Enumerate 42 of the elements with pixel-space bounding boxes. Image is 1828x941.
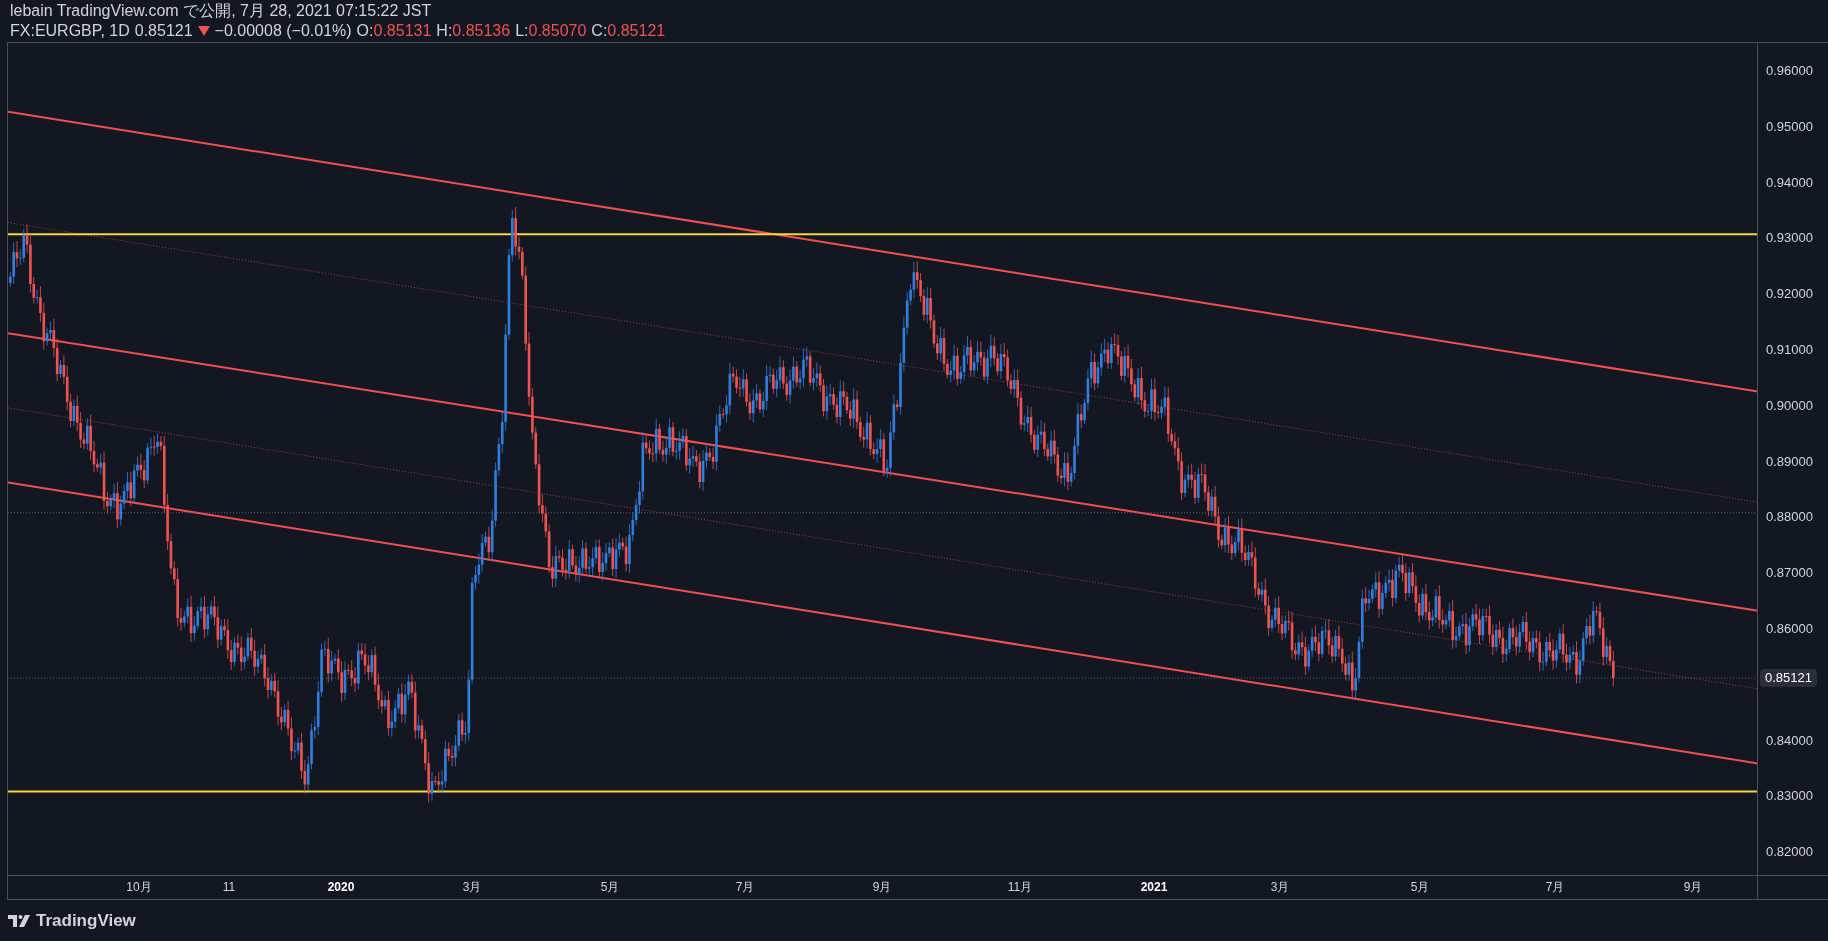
brand-name: TradingView xyxy=(36,909,136,932)
time-label: 3月 xyxy=(1270,879,1290,895)
price-label: 0.89000 xyxy=(1766,453,1813,470)
ohlc-label: O: xyxy=(356,21,374,41)
price-label: 0.92000 xyxy=(1766,286,1813,303)
time-label: 7月 xyxy=(735,879,755,895)
time-label: 9月 xyxy=(1683,879,1703,895)
ohlc-value: 0.85070 xyxy=(528,21,587,41)
price-label: 0.91000 xyxy=(1766,342,1813,358)
time-label: 7月 xyxy=(1545,879,1565,895)
symbol-label: FX:EURGBP, 1D xyxy=(10,21,130,41)
brand-logo-icon xyxy=(8,914,30,927)
last-price: 0.85121 xyxy=(134,21,193,41)
time-label: 11 xyxy=(222,879,236,895)
ohlc-value: 0.85131 xyxy=(373,21,432,41)
time-label: 2021 xyxy=(1140,879,1168,895)
ohlc-label: L: xyxy=(515,21,529,41)
price-label: 0.82000 xyxy=(1766,844,1813,861)
price-label: 0.96000 xyxy=(1766,63,1813,79)
current-price-badge: 0.85121 xyxy=(1760,669,1817,688)
time-label: 3月 xyxy=(462,879,482,895)
price-label: 0.90000 xyxy=(1766,397,1813,414)
price-label: 0.94000 xyxy=(1766,174,1813,191)
price-change: −0.00008 (−0.01%) xyxy=(214,21,352,41)
price-label: 0.86000 xyxy=(1766,621,1813,637)
time-label: 11月 xyxy=(1007,879,1033,895)
price-label: 0.83000 xyxy=(1766,788,1813,805)
price-label: 0.84000 xyxy=(1766,732,1813,749)
time-label: 5月 xyxy=(600,879,620,895)
price-label: 0.95000 xyxy=(1766,118,1813,135)
time-label: 2020 xyxy=(327,879,355,895)
price-label: 0.88000 xyxy=(1766,509,1813,526)
ohlc-value: 0.85136 xyxy=(452,21,511,41)
price-label: 0.93000 xyxy=(1766,230,1813,247)
price-label: 0.87000 xyxy=(1766,565,1813,582)
ohlc-label: H: xyxy=(436,21,453,41)
time-label: 10月 xyxy=(126,879,152,895)
publish-info: lebain TradingView.com で公開, 7月 28, 2021 07:15:22 JST xyxy=(10,1,432,21)
ohlc-label: C: xyxy=(591,21,608,41)
time-label: 9月 xyxy=(872,879,892,895)
ohlc-value: 0.85121 xyxy=(607,21,666,41)
time-label: 5月 xyxy=(1410,879,1430,895)
